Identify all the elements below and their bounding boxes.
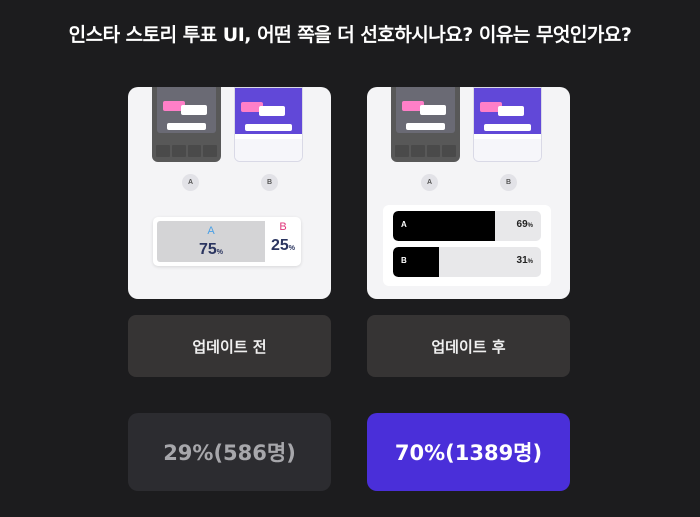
vote-row-b-letter: B bbox=[401, 256, 407, 265]
vote-option-b-percent: 25% bbox=[270, 237, 296, 254]
vote-option-b: B 25% bbox=[265, 217, 301, 266]
vote-option-a-percent: 75% bbox=[198, 241, 224, 258]
vote-row-a-percent: 69% bbox=[516, 219, 533, 230]
option-a-circle: A bbox=[421, 174, 438, 191]
option-after-label[interactable]: 업데이트 후 bbox=[367, 315, 570, 377]
option-a-circle: A bbox=[182, 174, 199, 191]
vote-row-a: A 69% bbox=[393, 211, 541, 241]
option-b-circle: B bbox=[261, 174, 278, 191]
poll-question: 인스타 스토리 투표 UI, 어떤 쪽을 더 선호하시나요? 이유는 무엇인가요… bbox=[68, 24, 632, 46]
vote-option-b-letter: B bbox=[279, 221, 287, 233]
vote-result-widget-new: A 69% B 31% bbox=[383, 205, 551, 286]
option-before-result[interactable]: 29%(586명) bbox=[128, 413, 331, 491]
phone-mockup-dark bbox=[152, 87, 221, 162]
phone-mockup-purple bbox=[473, 87, 542, 162]
vote-bar-fill-a bbox=[393, 211, 496, 241]
phone-mockup-dark bbox=[391, 87, 460, 162]
option-after-preview[interactable]: A B A 69% B 31% bbox=[367, 87, 570, 299]
vote-row-b-percent: 31% bbox=[516, 255, 533, 266]
vote-row-a-letter: A bbox=[401, 220, 407, 229]
option-before-preview[interactable]: A B A 75% B 25% bbox=[128, 87, 331, 299]
vote-result-widget-old: A 75% B 25% bbox=[153, 217, 301, 266]
vote-row-b: B 31% bbox=[393, 247, 541, 277]
phone-mockup-purple bbox=[234, 87, 303, 162]
vote-option-a-letter: A bbox=[207, 225, 215, 237]
option-before-label[interactable]: 업데이트 전 bbox=[128, 315, 331, 377]
vote-option-a: A 75% bbox=[157, 221, 265, 262]
option-b-circle: B bbox=[500, 174, 517, 191]
vote-bar-fill-b bbox=[393, 247, 439, 277]
option-after-result[interactable]: 70%(1389명) bbox=[367, 413, 570, 491]
